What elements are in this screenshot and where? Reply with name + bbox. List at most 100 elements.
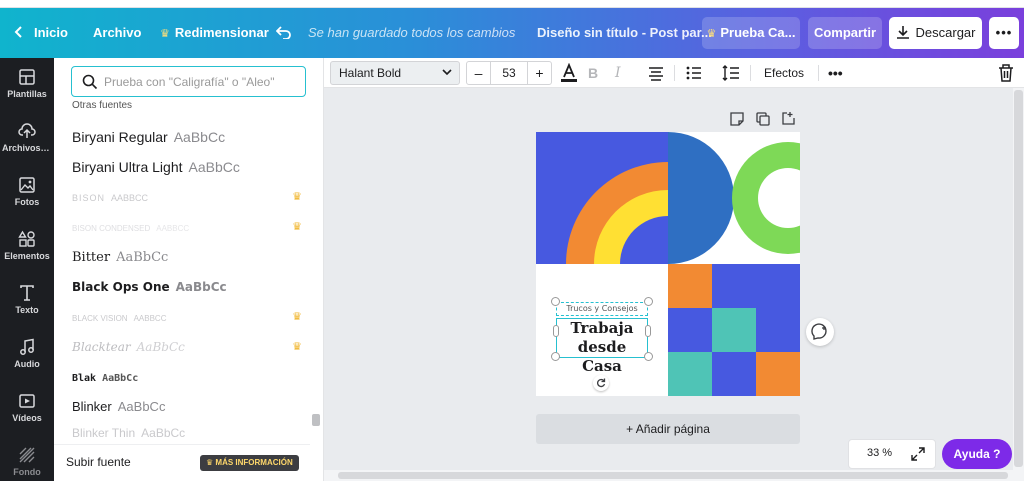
more-options-button[interactable]: ••• — [989, 17, 1019, 49]
add-page-button[interactable]: + Añadir página — [536, 414, 800, 444]
download-label: Descargar — [915, 25, 976, 40]
add-page-icon[interactable] — [782, 111, 796, 125]
delete-button[interactable] — [998, 63, 1014, 83]
toolbar-divider — [674, 65, 675, 81]
font-family-value: Halant Bold — [339, 66, 402, 80]
toolbar-divider — [818, 65, 819, 81]
document-title[interactable]: Diseño sin título - Post par... — [537, 8, 712, 58]
save-status: Se han guardado todos los cambios — [308, 25, 516, 40]
rail-item-text[interactable]: Texto — [0, 276, 54, 330]
font-option-biryani-ultra-light[interactable]: Biryani Ultra Light AaBbCc — [54, 152, 310, 182]
share-button[interactable]: Compartir — [808, 17, 882, 49]
font-option-bitter[interactable]: Bitter AaBbCc — [54, 242, 310, 272]
font-option-bison-condensed[interactable]: BISON CONDENSED AABBCC ♛ — [54, 212, 310, 242]
font-name: Black Ops One — [72, 280, 170, 294]
font-name: Bitter — [72, 250, 111, 265]
rail-item-uploads[interactable]: Archivos s... — [0, 114, 54, 168]
decrease-size-button[interactable]: – — [467, 62, 491, 84]
rail-item-background[interactable]: Fondo — [0, 438, 54, 481]
font-name: Blak — [72, 373, 97, 384]
scrollbar-thumb[interactable] — [1014, 90, 1023, 467]
rail-item-elements[interactable]: Elementos — [0, 222, 54, 276]
font-sample: AaBbCc — [188, 159, 240, 175]
font-option-blacktear[interactable]: Blacktear AaBbCc ♛ — [54, 332, 310, 362]
font-option-black-vision[interactable]: BLACK VISION AABBCC ♛ — [54, 302, 310, 332]
font-option-biryani-regular[interactable]: Biryani Regular AaBbCc — [54, 122, 310, 152]
font-search-input[interactable] — [104, 72, 300, 91]
undo-button[interactable] — [275, 8, 292, 58]
font-family-select[interactable]: Halant Bold — [330, 61, 460, 85]
comment-add-icon — [811, 323, 827, 340]
selection-handle[interactable] — [645, 325, 651, 337]
effects-button[interactable]: Efectos — [764, 58, 804, 88]
selection-handle[interactable] — [553, 325, 559, 337]
font-option-blinker-thin[interactable]: Blinker Thin AaBbCc — [54, 422, 310, 444]
back-home-button[interactable]: Inicio — [14, 8, 68, 58]
home-label: Inicio — [34, 25, 68, 40]
elements-icon — [18, 230, 35, 247]
upload-icon — [18, 123, 36, 138]
note-icon[interactable] — [730, 112, 744, 126]
line-spacing-icon — [722, 65, 739, 81]
crown-icon: ♛ — [206, 458, 216, 467]
check-blue — [756, 264, 800, 308]
duplicate-page-icon[interactable] — [756, 112, 770, 126]
premium-crown-icon: ♛ — [292, 311, 302, 323]
font-sample: AaBbCc — [136, 340, 185, 354]
font-option-black-ops-one[interactable]: Black Ops One AaBbCc — [54, 272, 310, 302]
background-icon — [19, 447, 35, 463]
selection-handle[interactable] — [644, 352, 653, 361]
increase-size-button[interactable]: + — [527, 62, 551, 84]
scrollbar-thumb[interactable] — [338, 472, 1008, 479]
selection-handle[interactable] — [551, 297, 560, 306]
download-icon — [896, 26, 909, 39]
canvas-vertical-scrollbar[interactable] — [1013, 88, 1024, 481]
text-toolbar: Halant Bold – 53 + B I Efectos ••• — [324, 58, 1024, 88]
spacing-button[interactable] — [722, 63, 740, 83]
rail-item-videos[interactable]: Vídeos — [0, 384, 54, 438]
font-sample: AaBbCc — [141, 426, 186, 440]
headline-text-box[interactable]: Trabaja desde Casa — [556, 318, 648, 375]
trial-button[interactable]: ♛ Prueba Ca... — [702, 17, 800, 49]
resize-button[interactable]: ♛ Redimensionar — [160, 8, 269, 58]
font-option-blak[interactable]: Blak AaBbCc — [54, 362, 310, 392]
text-color-icon — [561, 62, 577, 82]
font-option-blinker[interactable]: Blinker AaBbCc — [54, 392, 310, 422]
font-size-value[interactable]: 53 — [491, 62, 527, 84]
selection-handle[interactable] — [644, 297, 653, 306]
fullscreen-icon[interactable] — [911, 447, 925, 461]
bold-icon: B — [588, 65, 599, 81]
design-page[interactable]: Trucos y Consejos Trabaja desde Casa — [536, 132, 800, 396]
rail-label: Elementos — [4, 251, 50, 261]
list-button[interactable] — [686, 63, 702, 83]
check-teal — [712, 308, 756, 352]
panel-footer: Subir fuente ♛ MÁS INFORMACIÓN — [54, 444, 310, 481]
font-sample: AABBCC — [156, 224, 190, 233]
zoom-control[interactable]: 33 % — [848, 439, 936, 469]
rotate-handle[interactable] — [593, 375, 609, 391]
rail-item-photos[interactable]: Fotos — [0, 168, 54, 222]
rail-item-templates[interactable]: Plantillas — [0, 60, 54, 114]
font-sample: AaBbCc — [102, 373, 139, 384]
rail-item-audio[interactable]: Audio — [0, 330, 54, 384]
bold-button[interactable]: B — [588, 63, 598, 83]
add-comment-button[interactable] — [806, 318, 834, 346]
zoom-value[interactable]: 33 % — [867, 447, 892, 459]
small-text-box[interactable]: Trucos y Consejos — [556, 302, 648, 316]
chevron-down-icon — [442, 69, 452, 76]
italic-button[interactable]: I — [615, 63, 621, 83]
selection-handle[interactable] — [551, 352, 560, 361]
toolbar-more-button[interactable]: ••• — [828, 63, 843, 83]
resize-label: Redimensionar — [174, 25, 269, 40]
upload-font-link[interactable]: Subir fuente — [66, 455, 131, 469]
rail-label: Plantillas — [7, 89, 47, 99]
font-option-bison[interactable]: BISON AABBCC ♛ — [54, 182, 310, 212]
text-color-button[interactable] — [560, 62, 578, 83]
download-button[interactable]: Descargar — [889, 17, 982, 49]
help-button[interactable]: Ayuda ? — [942, 439, 1012, 469]
canvas-horizontal-scrollbar[interactable] — [324, 470, 1014, 481]
align-button[interactable] — [648, 63, 664, 83]
file-menu-button[interactable]: Archivo — [93, 8, 141, 58]
panel-scrollbar-thumb[interactable] — [312, 414, 320, 426]
more-info-badge[interactable]: ♛ MÁS INFORMACIÓN — [200, 455, 299, 471]
